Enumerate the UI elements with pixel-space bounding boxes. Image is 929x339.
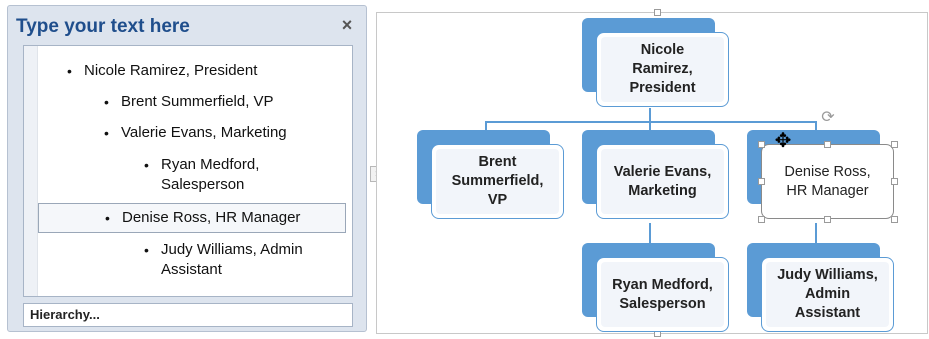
resize-handle[interactable]	[891, 216, 898, 223]
node-line: Valerie Evans,	[613, 163, 712, 180]
list-item-label-line2: Assistant	[161, 261, 222, 278]
node-text-box[interactable]: Ryan Medford, Salesperson	[596, 257, 729, 332]
list-item-judy[interactable]: • Judy Williams, Admin Assistant	[144, 240, 303, 280]
node-label: Brent Summerfield, VP	[436, 149, 559, 214]
resize-handle[interactable]	[758, 216, 765, 223]
resize-handle[interactable]	[891, 141, 898, 148]
resize-handle[interactable]	[824, 216, 831, 223]
bullet-icon: •	[104, 94, 109, 110]
resize-handle[interactable]	[758, 178, 765, 185]
node-line: Summerfield,	[451, 173, 544, 189]
resize-handle[interactable]	[891, 178, 898, 185]
text-list[interactable]: • Nicole Ramirez, President • Brent Summ…	[23, 45, 353, 297]
list-item-label-line1: Ryan Medford,	[161, 156, 260, 173]
bullet-icon: •	[105, 210, 110, 226]
move-cursor-icon: ✥	[774, 130, 792, 152]
node-line: Admin	[804, 286, 851, 302]
list-item-valerie[interactable]: • Valerie Evans, Marketing	[104, 123, 287, 143]
bullet-icon: •	[144, 157, 149, 173]
text-pane: Type your text here × • Nicole Ramirez, …	[7, 5, 367, 332]
list-item-label-line2: Salesperson	[161, 176, 245, 193]
smartart-canvas[interactable]: Nicole Ramirez, President Brent Summerfi…	[376, 9, 928, 337]
rotate-handle-icon[interactable]: ⟳	[819, 109, 837, 127]
node-text-box[interactable]: Judy Williams, Admin Assistant	[761, 257, 894, 332]
close-icon[interactable]: ×	[338, 16, 356, 34]
bullet-icon: •	[144, 242, 149, 258]
node-line: Salesperson	[619, 295, 706, 312]
resize-handle[interactable]	[824, 141, 831, 148]
node-text-box[interactable]: Denise Ross, HR Manager	[761, 144, 894, 219]
node-label: Nicole Ramirez, President	[601, 37, 724, 102]
node-text-box[interactable]: Brent Summerfield, VP	[431, 144, 564, 219]
list-item-label: Valerie Evans, Marketing	[121, 124, 287, 141]
node-line: Nicole	[640, 42, 685, 58]
connector-line	[649, 223, 651, 245]
node-label: Valerie Evans, Marketing	[601, 149, 724, 214]
node-line: VP	[487, 192, 508, 208]
layout-name-link[interactable]: Hierarchy...	[23, 303, 353, 327]
list-item-label-line1: Judy Williams, Admin	[161, 241, 303, 258]
node-line: Assistant	[794, 305, 861, 321]
list-item-label: Denise Ross, HR Manager	[122, 209, 301, 226]
list-item-ryan[interactable]: • Ryan Medford, Salesperson	[144, 155, 260, 195]
node-label: Judy Williams, Admin Assistant	[766, 262, 889, 327]
node-label: Denise Ross, HR Manager	[766, 149, 889, 214]
node-line: Ramirez,	[632, 61, 693, 77]
list-item-nicole[interactable]: • Nicole Ramirez, President	[67, 61, 258, 81]
node-line: Denise Ross,	[784, 163, 871, 180]
node-text-box[interactable]: Nicole Ramirez, President	[596, 32, 729, 107]
list-item-label: Brent Summerfield, VP	[121, 93, 274, 110]
resize-handle[interactable]	[758, 141, 765, 148]
list-item-brent[interactable]: • Brent Summerfield, VP	[104, 92, 274, 112]
node-line: HR Manager	[786, 182, 869, 199]
canvas-resize-handle[interactable]	[654, 9, 661, 16]
list-item-denise[interactable]: • Denise Ross, HR Manager	[38, 203, 346, 233]
node-line: Brent	[478, 154, 517, 170]
text-pane-title: Type your text here	[16, 16, 190, 37]
bullet-icon: •	[67, 63, 72, 79]
bullet-icon: •	[104, 125, 109, 141]
node-line: President	[629, 80, 696, 96]
node-line: Ryan Medford,	[612, 276, 713, 293]
list-item-label: Nicole Ramirez, President	[84, 62, 258, 79]
list-gutter	[24, 46, 38, 296]
connector-line	[815, 223, 817, 245]
node-line: Marketing	[628, 182, 697, 199]
node-text-box[interactable]: Valerie Evans, Marketing	[596, 144, 729, 219]
node-line: Judy Williams,	[777, 267, 878, 283]
node-label: Ryan Medford, Salesperson	[601, 262, 724, 327]
